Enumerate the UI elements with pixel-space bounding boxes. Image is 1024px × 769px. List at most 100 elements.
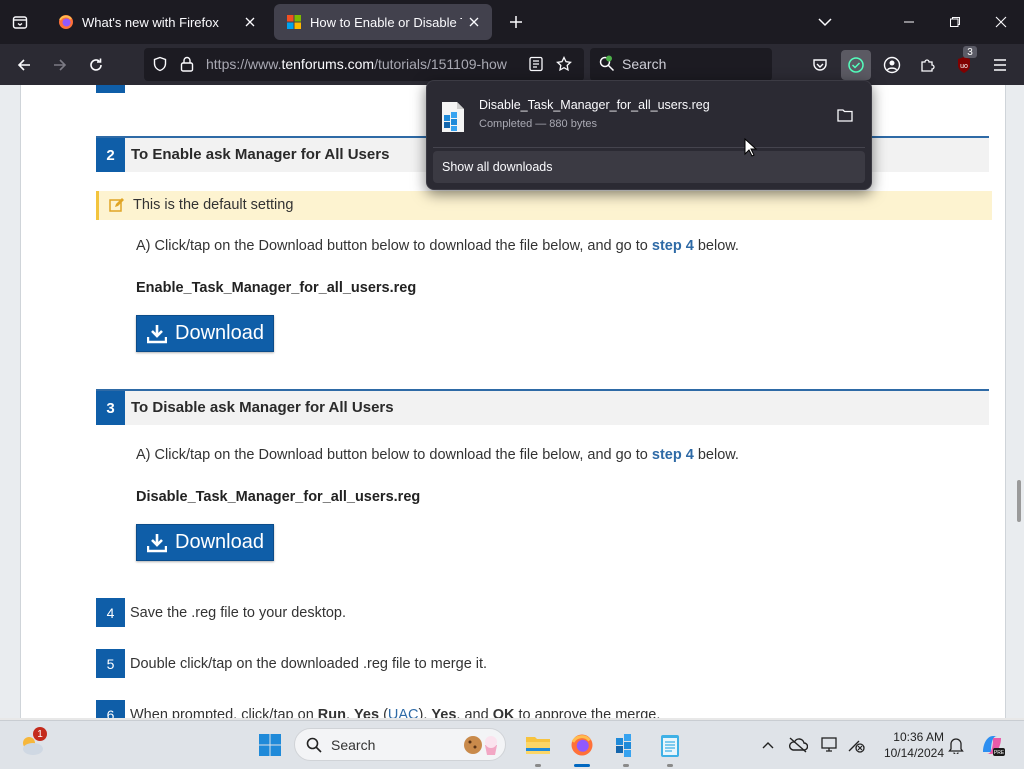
instruction-text: A) Click/tap on the Download button belo… [136,447,652,463]
restore-icon [950,17,960,27]
reload-icon [90,58,102,71]
cookie-cupcake-icon [464,736,497,755]
run-label: Run [317,707,346,718]
instruction-text: below. [693,238,739,254]
pocket-button[interactable] [805,50,835,80]
download-status: Completed — 880 bytes [479,118,598,130]
menu-button[interactable] [985,50,1015,80]
download-enable-button[interactable]: Download [136,315,274,352]
step-5-number: 5 [96,649,125,678]
taskbar-search[interactable]: Search [294,728,506,761]
mouse-cursor-icon [744,138,758,157]
show-all-label: Show all downloads [442,160,553,174]
firefox-active-indicator [574,764,590,767]
step-1-number-fragment [96,85,125,93]
list-all-tabs-button[interactable] [802,0,848,44]
reload-button[interactable] [81,50,111,80]
monitor-icon [821,737,837,752]
weather-badge: 1 [33,727,47,741]
step-6-text: When prompted, click/tap on Run, Yes (UA… [130,707,660,718]
url-text[interactable]: https://www.tenforums.com/tutorials/1511… [206,56,518,72]
extension-badge: 3 [963,46,977,58]
folder-icon [526,737,550,754]
search-bar[interactable]: Search [590,48,772,81]
download-icon [147,533,167,552]
new-tab-button[interactable] [502,8,530,36]
registry-editor-taskbar-button[interactable] [610,729,642,761]
instruction-text: A) Click/tap on the Download button belo… [136,238,652,254]
close-tab-icon[interactable] [238,10,262,34]
system-clock[interactable]: 10:36 AM 10/14/2024 [872,729,944,761]
hamburger-icon [994,59,1006,71]
notepad-taskbar-button[interactable] [654,729,686,761]
reader-view-icon[interactable] [528,56,544,72]
download-disable-button[interactable]: Download [136,524,274,561]
bell-icon [948,738,964,754]
tab-list-button[interactable] [6,8,34,36]
cloud-offline-icon [789,737,808,753]
step-4-link[interactable]: step 4 [652,447,694,463]
tab-whats-new[interactable]: What's new with Firefox [46,4,268,40]
show-hidden-icons-button[interactable] [752,729,784,761]
extensions-button[interactable] [913,50,943,80]
copilot-button[interactable]: PRE [976,729,1008,761]
notifications-button[interactable] [940,729,972,761]
note-box: This is the default setting [96,191,992,220]
shield-icon[interactable] [152,56,168,72]
pocket-icon [813,59,827,71]
svg-text:uo: uo [960,63,968,70]
regedit-running-indicator [623,764,629,767]
weather-widget[interactable]: 1 [16,727,48,761]
panel-divider [433,147,865,148]
firefox-icon [571,734,593,756]
address-bar[interactable]: https://www.tenforums.com/tutorials/1511… [144,48,584,81]
bookmark-star-icon[interactable] [556,56,572,72]
step-number: 2 [96,138,125,172]
network-tray-button[interactable] [840,729,872,761]
yes-label: Yes [354,707,380,718]
separator: ( [379,707,388,718]
download-label: Download [175,531,264,553]
ublock-shield-icon: uo [958,57,970,73]
download-item[interactable]: Disable_Task_Manager_for_all_users.reg C… [433,87,865,145]
note-text: This is the default setting [133,197,294,213]
puzzle-icon [921,59,935,72]
step-4-link[interactable]: step 4 [652,238,694,254]
download-label: Download [175,322,264,344]
step-6-text-part: When prompted, click/tap on [130,707,318,718]
lock-icon[interactable] [180,56,194,72]
step-6-number: 6 [96,700,125,718]
account-button[interactable] [877,50,907,80]
registry-file-icon [442,102,464,132]
chevron-down-icon [818,18,832,27]
registry-editor-icon [616,734,631,757]
tab-bar: What's new with Firefox How to Enable or… [0,0,1024,44]
arrow-left-icon [17,59,30,71]
folder-icon [837,109,853,122]
uac-link[interactable]: UAC [388,707,419,718]
tenforums-favicon-icon [287,15,301,29]
back-button[interactable] [9,50,39,80]
restore-button[interactable] [932,0,978,44]
onedrive-tray-button[interactable] [782,729,814,761]
start-button[interactable] [254,729,286,761]
show-in-folder-button[interactable] [831,101,859,129]
search-icon [306,737,322,753]
downloads-button[interactable] [841,50,871,80]
taskbar-search-placeholder: Search [331,737,376,753]
firefox-icon [59,15,73,29]
ublock-button[interactable]: uo 3 [949,46,979,80]
show-all-downloads-button[interactable]: Show all downloads [433,151,865,183]
step-title: To Disable ask Manager for All Users [131,399,394,416]
notepad-running-indicator [667,764,673,767]
forward-button[interactable] [45,50,75,80]
step-title: To Enable ask Manager for All Users [131,146,390,163]
tab-task-manager[interactable]: How to Enable or Disable Task Manager [274,4,492,40]
page-scrollbar-thumb[interactable] [1017,480,1021,522]
firefox-taskbar-button[interactable] [566,729,598,761]
file-explorer-button[interactable] [522,729,554,761]
close-window-button[interactable] [978,0,1024,44]
minimize-button[interactable] [886,0,932,44]
windows-taskbar: 1 Search 10:36 AM 10/14/2024 PRE [0,720,1024,769]
close-tab-icon[interactable] [462,10,486,34]
